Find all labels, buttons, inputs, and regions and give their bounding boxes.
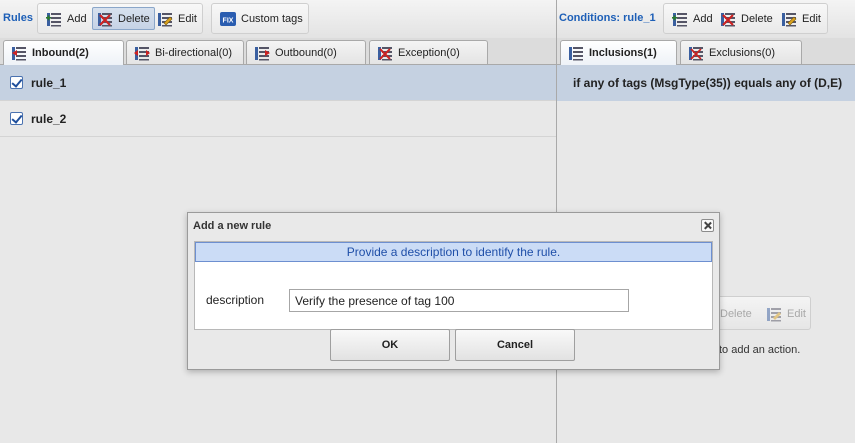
delete-rule-icon	[98, 12, 112, 26]
tab-bi-directional-label: Bi-directional(0)	[155, 46, 233, 59]
conditions-toolbar-title: Conditions: rule_1	[559, 12, 656, 24]
condition-row[interactable]: if any of tags (MsgType(35)) equals any …	[557, 65, 855, 101]
tab-inbound-label: Inbound(2)	[32, 47, 89, 59]
tab-inclusions[interactable]: Inclusions(1)	[560, 40, 677, 65]
cancel-button[interactable]: Cancel	[455, 329, 575, 361]
rules-toolbar-title: Rules	[3, 12, 33, 24]
edit-rule-button[interactable]: Edit	[152, 7, 202, 30]
delete-action-label: Delete	[720, 307, 752, 320]
edit-condition-icon	[782, 12, 797, 26]
conditions-toolbar: Conditions: rule_1 Add Delete Edit	[557, 0, 855, 38]
condition-type-tabs: Inclusions(1) Exclusions(0)	[557, 38, 855, 65]
rule-name: rule_1	[31, 75, 67, 90]
exclusions-icon	[689, 46, 703, 60]
delete-rule-button[interactable]: Delete	[92, 7, 155, 30]
delete-condition-button[interactable]: Delete	[715, 7, 778, 30]
ok-button[interactable]: OK	[330, 329, 450, 361]
add-condition-button[interactable]: Add	[667, 7, 718, 30]
tab-outbound[interactable]: Outbound(0)	[246, 40, 366, 64]
add-condition-icon	[672, 12, 687, 26]
delete-condition-label: Delete	[741, 12, 773, 25]
description-field[interactable]	[289, 289, 629, 312]
rule-enabled-checkbox[interactable]	[10, 76, 23, 89]
fix-icon: FIX	[220, 11, 236, 26]
condition-text: if any of tags (MsgType(35)) equals any …	[573, 76, 843, 90]
rule-row[interactable]: rule_1	[0, 65, 556, 101]
actions-hint: to add an action.	[719, 344, 801, 356]
rule-direction-tabs: Inbound(2) Bi-directional(0) Outbound(0)…	[0, 38, 557, 65]
tab-bi-directional[interactable]: Bi-directional(0)	[126, 40, 244, 64]
dialog-title: Add a new rule	[193, 220, 272, 232]
inclusions-icon	[569, 47, 583, 61]
tab-exception-label: Exception(0)	[398, 46, 460, 59]
edit-action-icon	[767, 307, 781, 321]
close-icon[interactable]	[701, 219, 714, 232]
rule-name: rule_2	[31, 111, 67, 126]
delete-rule-label: Delete	[118, 12, 150, 25]
rule-row[interactable]: rule_2	[0, 101, 556, 137]
rules-toolbar: Rules Add Delete Edit FIX Custom tags	[0, 0, 557, 38]
description-label: description	[206, 293, 265, 307]
dialog-titlebar[interactable]: Add a new rule	[188, 213, 719, 240]
edit-condition-label: Edit	[802, 12, 821, 25]
custom-tags-label: Custom tags	[241, 12, 303, 25]
conditions-button-group: Add Delete Edit	[663, 3, 828, 34]
delete-condition-icon	[721, 12, 735, 26]
tab-exclusions[interactable]: Exclusions(0)	[680, 40, 802, 64]
edit-action-label: Edit	[787, 307, 806, 320]
exception-icon	[378, 46, 392, 60]
actions-toolbar: Delete Edit	[714, 296, 811, 330]
rule-enabled-checkbox[interactable]	[10, 112, 23, 125]
tab-inbound[interactable]: Inbound(2)	[3, 40, 124, 65]
delete-action-button[interactable]: Delete	[715, 302, 757, 325]
tab-outbound-label: Outbound(0)	[275, 46, 337, 59]
edit-rule-label: Edit	[178, 12, 197, 25]
add-rule-label: Add	[67, 12, 87, 25]
tab-exception[interactable]: Exception(0)	[369, 40, 488, 64]
edit-action-button[interactable]: Edit	[761, 302, 811, 325]
add-rule-dialog: Add a new rule Provide a description to …	[187, 212, 720, 370]
rules-button-group: Add Delete Edit	[37, 3, 203, 34]
add-rule-icon	[46, 12, 61, 26]
inbound-icon	[12, 47, 26, 61]
svg-text:FIX: FIX	[223, 17, 234, 24]
bi-directional-icon	[134, 46, 150, 60]
dialog-info-banner: Provide a description to identify the ru…	[195, 242, 712, 262]
add-rule-button[interactable]: Add	[41, 7, 92, 30]
tab-inclusions-label: Inclusions(1)	[589, 47, 657, 59]
outbound-icon	[255, 46, 270, 60]
tab-exclusions-label: Exclusions(0)	[709, 46, 776, 59]
custom-tags-button[interactable]: FIX Custom tags	[215, 7, 308, 30]
dialog-body: Provide a description to identify the ru…	[194, 241, 713, 330]
edit-rule-icon	[158, 12, 173, 26]
custom-tags-group: FIX Custom tags	[211, 3, 309, 34]
add-condition-label: Add	[693, 12, 713, 25]
edit-condition-button[interactable]: Edit	[776, 7, 826, 30]
